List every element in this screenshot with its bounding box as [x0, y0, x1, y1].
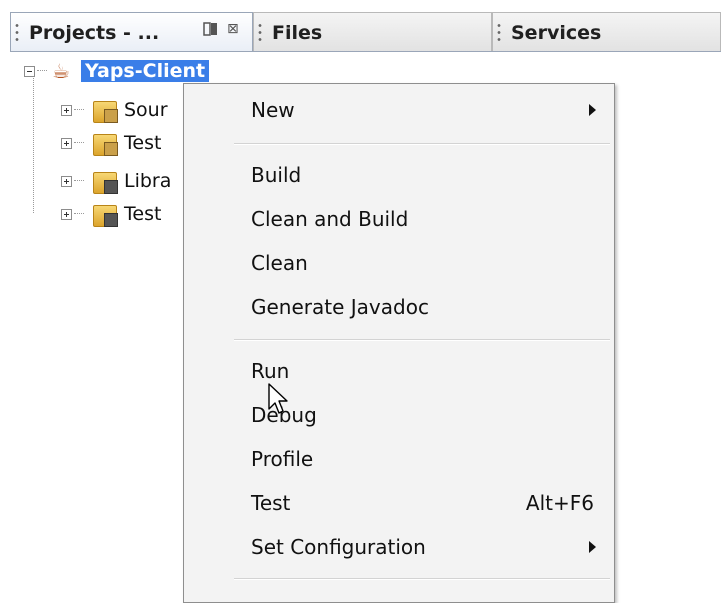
- source-packages-folder-icon: [92, 97, 118, 123]
- tree-node-label: Libra: [124, 170, 172, 192]
- menu-item-clean[interactable]: Clean: [184, 243, 614, 283]
- tab-files-label: Files: [272, 21, 323, 44]
- menu-item-build[interactable]: Build: [184, 155, 614, 195]
- submenu-arrow-icon: [589, 541, 596, 553]
- tree-node-label: Test: [124, 203, 162, 225]
- drag-grip-icon[interactable]: [497, 21, 505, 44]
- test-libraries-folder-icon: [92, 201, 118, 227]
- tab-projects[interactable]: Projects - ... ⊠: [10, 12, 253, 52]
- tree-node-root-label[interactable]: Yaps-Client: [81, 60, 210, 82]
- libraries-folder-icon: [92, 168, 118, 194]
- menu-item-set-configuration[interactable]: Set Configuration: [184, 527, 614, 567]
- collapse-icon[interactable]: [24, 65, 35, 77]
- expand-icon[interactable]: [61, 175, 72, 187]
- menu-item-label: Build: [251, 163, 302, 187]
- menu-separator: [234, 339, 610, 341]
- window-tab-bar: Projects - ... ⊠ Files Services: [0, 0, 721, 52]
- tree-node-libraries[interactable]: Libra: [61, 166, 171, 196]
- minimize-window-icon[interactable]: [203, 21, 219, 41]
- tab-services-label: Services: [511, 21, 602, 44]
- expand-icon[interactable]: [61, 208, 72, 220]
- menu-item-run[interactable]: Run: [184, 351, 614, 391]
- menu-item-shortcut: Alt+F6: [525, 491, 594, 515]
- expand-icon[interactable]: [61, 104, 72, 116]
- java-project-cup-icon: ☕: [52, 59, 70, 83]
- menu-item-label: Clean and Build: [251, 207, 409, 231]
- tab-services[interactable]: Services: [492, 12, 721, 52]
- tree-connector: [74, 109, 84, 111]
- menu-item-label: Clean: [251, 251, 308, 275]
- menu-item-debug[interactable]: Debug: [184, 395, 614, 435]
- tree-connector: [74, 142, 84, 144]
- drag-grip-icon[interactable]: [15, 21, 23, 44]
- tab-files[interactable]: Files: [253, 12, 492, 52]
- tree-node-test-packages[interactable]: Test: [61, 128, 161, 158]
- menu-item-label: Test: [251, 491, 291, 515]
- test-packages-folder-icon: [92, 130, 118, 156]
- tree-node-root[interactable]: ☕ Yaps-Client: [24, 56, 210, 86]
- menu-item-profile[interactable]: Profile: [184, 439, 614, 479]
- tree-node-label: Test: [124, 132, 162, 154]
- menu-item-test[interactable]: Test Alt+F6: [184, 483, 614, 523]
- menu-separator: [234, 143, 610, 145]
- menu-item-label: Generate Javadoc: [251, 295, 429, 319]
- context-menu: New Build Clean and Build Clean Generate…: [183, 83, 615, 603]
- menu-item-generate-javadoc[interactable]: Generate Javadoc: [184, 287, 614, 327]
- tree-connector: [37, 70, 47, 72]
- expand-icon[interactable]: [61, 137, 72, 149]
- tree-node-source-packages[interactable]: Sour: [61, 95, 168, 125]
- submenu-arrow-icon: [589, 104, 596, 116]
- tree-node-test-libraries[interactable]: Test: [61, 199, 161, 229]
- close-tab-icon[interactable]: ⊠: [227, 21, 239, 37]
- tab-projects-label: Projects - ...: [29, 21, 160, 44]
- menu-item-label: Run: [251, 359, 290, 383]
- menu-item-label: Set Configuration: [251, 535, 426, 559]
- menu-item-clean-and-build[interactable]: Clean and Build: [184, 199, 614, 239]
- menu-item-label: Profile: [251, 447, 314, 471]
- mouse-pointer-icon: [268, 383, 288, 414]
- drag-grip-icon[interactable]: [258, 21, 266, 44]
- tree-connector: [74, 180, 84, 182]
- tree-connector: [74, 213, 84, 215]
- menu-item-new[interactable]: New: [184, 90, 614, 130]
- tree-node-label: Sour: [124, 99, 168, 121]
- menu-item-label: New: [251, 98, 295, 122]
- menu-separator: [234, 578, 610, 580]
- tree-guide-line: [33, 73, 34, 213]
